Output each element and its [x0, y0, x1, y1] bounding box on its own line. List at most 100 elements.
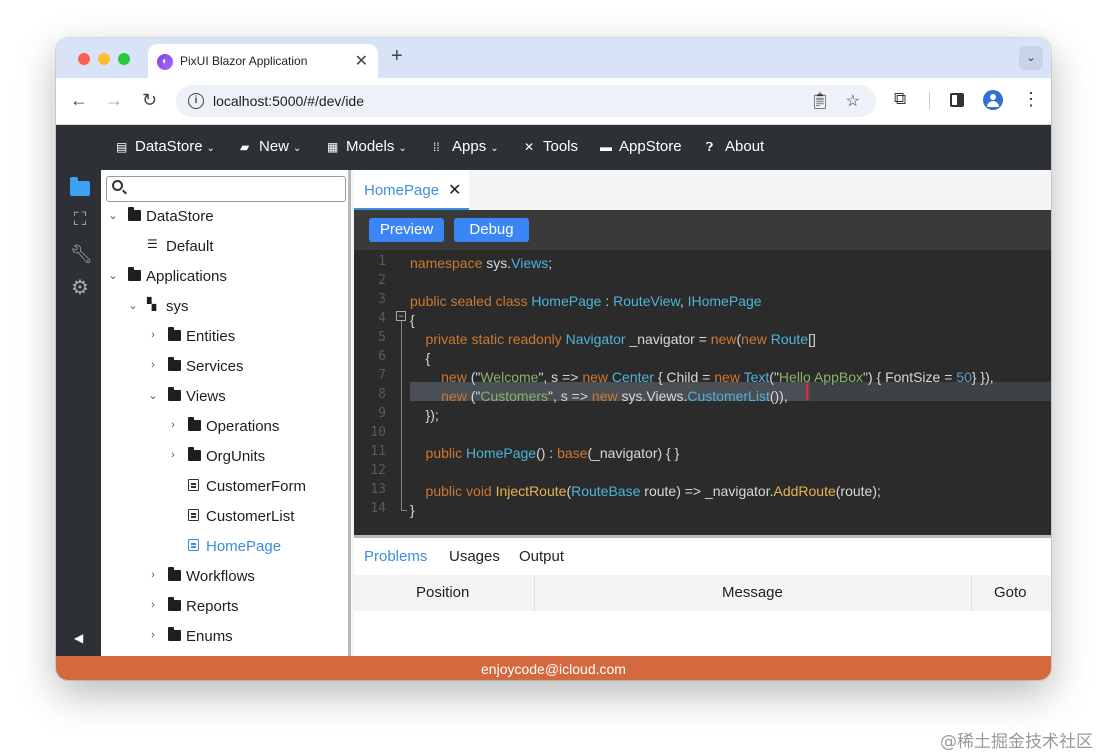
chevron-right-icon[interactable]: › — [147, 359, 159, 371]
tree-item-orgunits[interactable]: › OrgUnits — [101, 442, 348, 472]
tree-item-default[interactable]: Default — [101, 232, 348, 262]
editor-tab-homepage[interactable]: HomePage ✕ — [354, 170, 469, 210]
profile-avatar-icon[interactable] — [983, 90, 1003, 110]
menu-tools[interactable]: ✕ Tools — [524, 138, 578, 155]
chevron-down-icon[interactable]: ⌄ — [107, 269, 119, 282]
editor-toolbar: Preview Debug — [354, 210, 1051, 250]
tab-problems[interactable]: Problems — [364, 548, 427, 565]
tree-item-homepage[interactable]: HomePage — [101, 532, 348, 562]
chevron-right-icon[interactable]: › — [167, 419, 179, 431]
tree-item-customerform[interactable]: CustomerForm — [101, 472, 348, 502]
line-number: 12 — [370, 463, 386, 478]
tab-usages[interactable]: Usages — [449, 548, 500, 565]
tree-item-label: Views — [186, 388, 226, 405]
chevron-down-icon: ⌄ — [206, 143, 215, 154]
column-header-message[interactable]: Message — [722, 584, 783, 601]
folder-icon — [188, 447, 201, 461]
chevron-down-icon: ⌄ — [398, 143, 407, 154]
menu-new[interactable]: ▰ New ⌄ — [240, 138, 301, 155]
model-explorer: ⌄ DataStore Default ⌄ Applications ⌄ sys… — [101, 170, 351, 656]
extensions-puzzle-icon[interactable]: ⧉ — [894, 89, 906, 109]
tree-item-label: Reports — [186, 598, 239, 615]
toolbar-divider — [929, 92, 930, 110]
chevron-down-icon: ⌄ — [490, 143, 499, 154]
chevron-down-icon[interactable]: ⌄ — [147, 389, 159, 402]
gear-icon[interactable]: ⚙ — [70, 278, 90, 298]
forward-arrow-icon[interactable]: → — [105, 90, 123, 111]
chevron-down-icon[interactable]: ⌄ — [127, 299, 139, 312]
url-text[interactable]: localhost:5000/#/dev/ide — [213, 93, 364, 109]
tree-item-sys[interactable]: ⌄ sys — [101, 292, 348, 322]
tree-item-applications[interactable]: ⌄ Applications — [101, 262, 348, 292]
tree-item-reports[interactable]: › Reports — [101, 592, 348, 622]
tree-item-label: DataStore — [146, 208, 214, 225]
minimize-window-button[interactable] — [98, 53, 110, 65]
tree-item-views[interactable]: ⌄ Views — [101, 382, 348, 412]
tree-item-entities[interactable]: › Entities — [101, 322, 348, 352]
chevron-right-icon[interactable]: › — [147, 329, 159, 341]
tree-item-label: Entities — [186, 328, 236, 345]
tree-item-enums[interactable]: › Enums — [101, 622, 348, 652]
folder-icon — [168, 357, 181, 371]
maximize-window-button[interactable] — [118, 53, 130, 65]
code-line: new ("Customers", s => new sys.Views.Cus… — [410, 388, 788, 404]
column-header-position[interactable]: Position — [416, 584, 469, 601]
tree-item-label: Workflows — [186, 568, 255, 585]
tree-item-label: HomePage — [206, 538, 282, 555]
menu-models[interactable]: ▦ Models ⌄ — [327, 138, 407, 155]
tab-search-button[interactable]: ⌄ — [1019, 46, 1043, 70]
chevron-down-icon[interactable]: ⌄ — [107, 209, 119, 222]
chevron-right-icon[interactable]: › — [147, 599, 159, 611]
site-info-icon[interactable]: i — [188, 93, 204, 109]
editor-tab-label: HomePage — [364, 182, 440, 199]
preview-button[interactable]: Preview — [369, 218, 444, 242]
menu-about[interactable]: ❓︎ About — [706, 138, 764, 155]
new-tab-button[interactable]: + — [391, 45, 403, 68]
tree-item-label: Default — [166, 238, 214, 255]
text-caret — [806, 383, 808, 400]
menu-apps[interactable]: ⁞⁞ Apps ⌄ — [433, 138, 499, 155]
close-icon[interactable]: ✕ — [448, 180, 461, 200]
menu-datastore[interactable]: ▤ DataStore ⌄ — [116, 138, 215, 155]
tree-item-label: OrgUnits — [206, 448, 266, 465]
line-number: 14 — [370, 501, 386, 516]
chevron-right-icon[interactable]: › — [167, 449, 179, 461]
debug-button[interactable]: Debug — [454, 218, 529, 242]
tree-item-label: CustomerForm — [206, 478, 307, 495]
tree-item-operations[interactable]: › Operations — [101, 412, 348, 442]
model-tree-icon[interactable]: ⛶ — [70, 210, 90, 228]
close-tab-icon[interactable]: ✕ — [355, 51, 368, 71]
clipboard-icon[interactable]: 📋︎ — [810, 91, 830, 111]
menu-appstore[interactable]: ▬ AppStore — [600, 138, 682, 155]
search-box[interactable] — [106, 176, 346, 202]
side-panel-icon[interactable] — [950, 93, 964, 107]
database-icon — [147, 237, 160, 251]
code-line: public sealed class HomePage : RouteView… — [410, 293, 762, 309]
address-bar[interactable]: i localhost:5000/#/dev/ide 📋︎ ☆ — [176, 85, 876, 117]
column-header-goto[interactable]: Goto — [994, 584, 1027, 601]
collapse-sidebar-icon[interactable]: ◀ — [74, 631, 83, 645]
tree-item-customerlist[interactable]: CustomerList — [101, 502, 348, 532]
folder-icon — [128, 207, 141, 221]
bookmark-star-icon[interactable]: ☆ — [846, 91, 860, 111]
fold-toggle-icon[interactable]: − — [396, 311, 406, 321]
browser-menu-icon[interactable]: ⋮ — [1022, 90, 1040, 108]
code-editor[interactable]: 1 2 3 4 5 6 7 8 9 10 11 12 13 14 − names… — [354, 250, 1051, 535]
tree-item-label: Operations — [206, 418, 280, 435]
tab-output[interactable]: Output — [519, 548, 564, 565]
back-arrow-icon[interactable]: ← — [70, 90, 88, 111]
tree-item-datastore[interactable]: ⌄ DataStore — [101, 202, 348, 232]
explorer-folder-icon[interactable] — [70, 177, 90, 196]
browser-tab[interactable]: ◐ PixUI Blazor Application ✕ — [148, 44, 378, 78]
tree-item-services[interactable]: › Services — [101, 352, 348, 382]
column-divider — [534, 575, 535, 611]
tree-item-workflows[interactable]: › Workflows — [101, 562, 348, 592]
reload-icon[interactable]: ↻ — [142, 90, 157, 111]
wrench-icon[interactable]: 🔧︎ — [70, 245, 93, 263]
apps-grid-icon: ⁞⁞ — [433, 140, 440, 154]
close-window-button[interactable] — [78, 53, 90, 65]
folder-plus-icon: ▰ — [240, 140, 250, 154]
chevron-right-icon[interactable]: › — [147, 629, 159, 641]
chevron-right-icon[interactable]: › — [147, 569, 159, 581]
search-input[interactable] — [129, 179, 341, 199]
